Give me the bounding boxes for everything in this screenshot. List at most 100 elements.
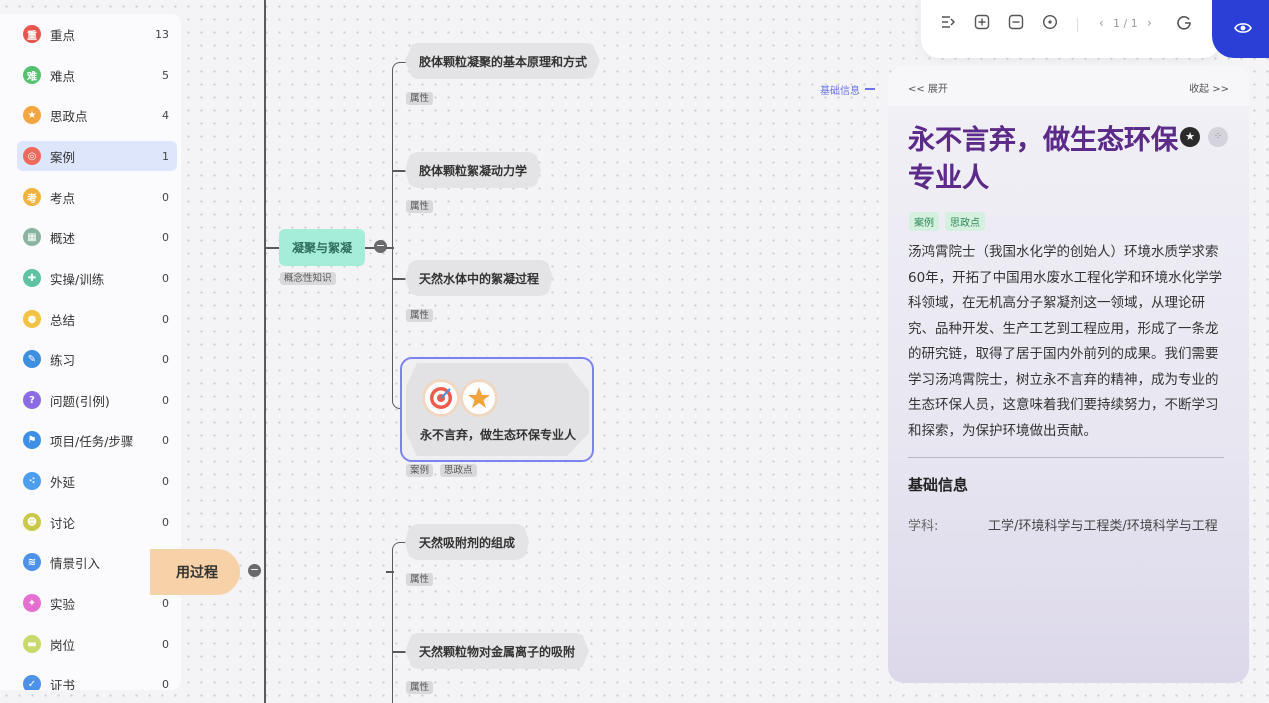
target-icon bbox=[422, 379, 460, 417]
star-icon bbox=[460, 379, 498, 417]
sidebar-item-count: 0 bbox=[162, 352, 169, 366]
sidebar-item-count: 0 bbox=[162, 677, 169, 691]
locate-icon[interactable] bbox=[1041, 14, 1059, 32]
more-icon[interactable]: ⁘ bbox=[1208, 127, 1228, 147]
target-icon: ◎ bbox=[23, 147, 41, 165]
expand-all-icon[interactable] bbox=[973, 14, 991, 32]
sidebar-item[interactable]: ✓ 证书 0 bbox=[17, 669, 177, 690]
sidebar-item-label: 问题(引例) bbox=[50, 393, 110, 409]
sidebar-item[interactable]: 难难点 5 bbox=[17, 60, 177, 90]
sidebar-item[interactable]: ★ 思政点 4 bbox=[17, 100, 177, 130]
tag-ideology: 思政点 bbox=[945, 212, 985, 231]
sidebar-item[interactable]: ✚ 实操/训练 0 bbox=[17, 263, 177, 293]
sidebar-item-count: 0 bbox=[162, 271, 169, 285]
sidebar-item-label: 实验 bbox=[50, 596, 76, 612]
topic-node[interactable]: 胶体颗粒絮凝动力学 bbox=[405, 152, 541, 188]
topic-node[interactable]: 天然吸附剂的组成 bbox=[405, 524, 529, 560]
certificate-icon: ✓ bbox=[23, 675, 41, 690]
sidebar-item-label: 证书 bbox=[50, 677, 76, 691]
sidebar-item[interactable]: ● 总结 0 bbox=[17, 304, 177, 334]
sidebar-item[interactable]: ▦ 概述 0 bbox=[17, 222, 177, 252]
sidebar-item[interactable]: ⁖ 外延 0 bbox=[17, 466, 177, 496]
sidebar-item-count: 0 bbox=[162, 230, 169, 244]
sidebar-item-count: 0 bbox=[162, 190, 169, 204]
tag-badge: 属性 bbox=[406, 681, 434, 694]
sidebar-item-count: 0 bbox=[162, 515, 169, 529]
partial-topic-node[interactable]: 用过程 bbox=[150, 549, 240, 595]
topic-node[interactable]: 天然水体中的絮凝过程 bbox=[405, 260, 553, 296]
sidebar-item[interactable]: ◎ 案例 1 bbox=[17, 141, 177, 171]
sidebar-item-label: 实操/训练 bbox=[50, 271, 105, 287]
indent-icon[interactable] bbox=[939, 14, 957, 32]
panel-tags: 案例 思政点 bbox=[909, 212, 985, 231]
collapse-panel-button[interactable]: 收起 >> bbox=[1189, 80, 1229, 95]
collapse-button[interactable]: − bbox=[248, 564, 261, 577]
basic-info-link[interactable]: 基础信息 bbox=[820, 82, 860, 97]
sidebar-item[interactable]: ⚑ 项目/任务/步骤 0 bbox=[17, 425, 177, 455]
sidebar-item-label: 难点 bbox=[50, 68, 76, 84]
job-icon: ▬ bbox=[23, 635, 41, 653]
detail-panel: << 展开 收起 >> 永不言弃，做生态环保专业人 ★ ⁘ 案例 思政点 汤鸿霄… bbox=[888, 66, 1249, 683]
sidebar-item-label: 项目/任务/步骤 bbox=[50, 433, 134, 449]
sidebar-item-count: 13 bbox=[155, 27, 169, 41]
selected-topic-label: 永不言弃，做生态环保专业人 bbox=[420, 428, 577, 442]
connector bbox=[265, 247, 279, 249]
branch-node[interactable]: 凝聚与絮凝 bbox=[279, 229, 365, 266]
sidebar-item[interactable]: ✎ 练习 0 bbox=[17, 344, 177, 374]
section-title: 基础信息 bbox=[908, 476, 969, 494]
extension-icon: ⁖ bbox=[23, 472, 41, 490]
sidebar-item-label: 外延 bbox=[50, 474, 76, 490]
topic-node[interactable]: 天然颗粒物对金属离子的吸附 bbox=[405, 633, 589, 669]
eye-icon bbox=[1234, 23, 1252, 33]
practice-icon: ✚ bbox=[23, 269, 41, 287]
prev-page-icon[interactable]: ‹ bbox=[1099, 16, 1104, 30]
sidebar-item-count: 1 bbox=[162, 149, 169, 163]
connector bbox=[392, 278, 406, 280]
collapse-all-icon[interactable] bbox=[1007, 14, 1025, 32]
toolbar-divider bbox=[1077, 18, 1078, 32]
tag-badge: 思政点 bbox=[440, 464, 477, 477]
connector bbox=[865, 88, 875, 90]
tag-badge: 属性 bbox=[406, 92, 434, 105]
sidebar-item[interactable]: ▬ 岗位 0 bbox=[17, 629, 177, 659]
tag-case: 案例 bbox=[909, 212, 939, 231]
panel-title: 永不言弃，做生态环保专业人 bbox=[908, 122, 1188, 198]
overview-icon: ▦ bbox=[23, 228, 41, 246]
pin-icon[interactable]: ★ bbox=[1180, 127, 1200, 147]
refresh-icon[interactable] bbox=[1175, 14, 1193, 32]
tag-badge: 属性 bbox=[406, 200, 434, 213]
sidebar-item-count: 0 bbox=[162, 393, 169, 407]
sidebar-item-label: 考点 bbox=[50, 190, 76, 206]
sidebar-item-count: 0 bbox=[162, 637, 169, 651]
sidebar-item-label: 概述 bbox=[50, 230, 76, 246]
experiment-icon: ✦ bbox=[23, 594, 41, 612]
sidebar-item-count: 5 bbox=[162, 68, 169, 82]
sidebar-item-count: 4 bbox=[162, 108, 169, 122]
sidebar-item[interactable]: ? 问题(引例) 0 bbox=[17, 385, 177, 415]
next-page-icon[interactable]: › bbox=[1147, 16, 1152, 30]
tag-badge: 属性 bbox=[406, 309, 434, 322]
field-value: 工学/环境科学与工程类/环境科学与工程 bbox=[988, 519, 1218, 534]
tag-badge: 属性 bbox=[406, 573, 434, 586]
sidebar-item[interactable]: 重重点 13 bbox=[17, 19, 177, 49]
sidebar-item[interactable]: ☻ 讨论 0 bbox=[17, 507, 177, 537]
sidebar-item[interactable]: 考考点 0 bbox=[17, 182, 177, 212]
panel-header: << 展开 收起 >> bbox=[888, 66, 1249, 106]
partial-topic-label: 用过程 bbox=[176, 565, 218, 581]
topic-node[interactable]: 胶体颗粒凝聚的基本原理和方式 bbox=[405, 43, 600, 79]
sidebar-item-count: 0 bbox=[162, 312, 169, 326]
bulb-icon: ● bbox=[23, 310, 41, 328]
connector bbox=[386, 247, 394, 249]
connector bbox=[386, 571, 394, 573]
sidebar-item-label: 岗位 bbox=[50, 637, 76, 653]
preview-button[interactable] bbox=[1212, 0, 1269, 58]
selected-topic-node[interactable]: 永不言弃，做生态环保专业人 bbox=[400, 357, 594, 462]
expand-button[interactable]: << 展开 bbox=[908, 80, 948, 95]
trunk-line bbox=[264, 0, 266, 703]
sidebar-item-label: 重点 bbox=[50, 27, 76, 43]
panel-description: 汤鸿霄院士（我国水化学的创始人）环境水质学求索60年，开拓了中国用水废水工程化学… bbox=[908, 244, 1223, 439]
scene-icon: ≋ bbox=[23, 553, 41, 571]
branch-bracket bbox=[392, 542, 406, 703]
star-icon: ★ bbox=[23, 106, 41, 124]
sidebar-item-label: 案例 bbox=[50, 149, 76, 165]
